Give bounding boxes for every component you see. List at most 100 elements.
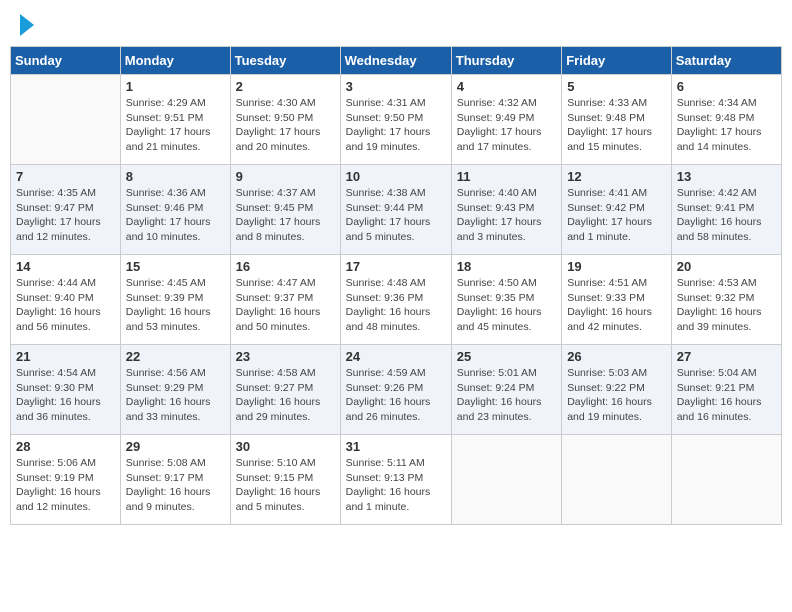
day-content: Sunrise: 4:53 AM Sunset: 9:32 PM Dayligh… [677,276,776,335]
day-number: 22 [126,349,225,364]
day-number: 30 [236,439,335,454]
day-content: Sunrise: 5:08 AM Sunset: 9:17 PM Dayligh… [126,456,225,515]
day-number: 27 [677,349,776,364]
day-header-monday: Monday [120,47,230,75]
day-number: 16 [236,259,335,274]
calendar-week-row: 21 Sunrise: 4:54 AM Sunset: 9:30 PM Dayli… [11,345,782,435]
calendar-cell: 1 Sunrise: 4:29 AM Sunset: 9:51 PM Daylig… [120,75,230,165]
day-header-tuesday: Tuesday [230,47,340,75]
day-number: 25 [457,349,556,364]
calendar-cell [562,435,672,525]
day-content: Sunrise: 4:40 AM Sunset: 9:43 PM Dayligh… [457,186,556,245]
day-content: Sunrise: 4:58 AM Sunset: 9:27 PM Dayligh… [236,366,335,425]
day-number: 21 [16,349,115,364]
day-content: Sunrise: 4:34 AM Sunset: 9:48 PM Dayligh… [677,96,776,155]
day-header-thursday: Thursday [451,47,561,75]
calendar-cell: 18 Sunrise: 4:50 AM Sunset: 9:35 PM Dayli… [451,255,561,345]
calendar-cell: 15 Sunrise: 4:45 AM Sunset: 9:39 PM Dayli… [120,255,230,345]
logo [18,14,34,36]
day-content: Sunrise: 4:33 AM Sunset: 9:48 PM Dayligh… [567,96,666,155]
day-content: Sunrise: 4:50 AM Sunset: 9:35 PM Dayligh… [457,276,556,335]
calendar-cell: 20 Sunrise: 4:53 AM Sunset: 9:32 PM Dayli… [671,255,781,345]
calendar-week-row: 14 Sunrise: 4:44 AM Sunset: 9:40 PM Dayli… [11,255,782,345]
day-header-wednesday: Wednesday [340,47,451,75]
day-number: 18 [457,259,556,274]
day-content: Sunrise: 5:10 AM Sunset: 9:15 PM Dayligh… [236,456,335,515]
day-content: Sunrise: 4:45 AM Sunset: 9:39 PM Dayligh… [126,276,225,335]
calendar-cell: 4 Sunrise: 4:32 AM Sunset: 9:49 PM Daylig… [451,75,561,165]
day-number: 10 [346,169,446,184]
day-number: 17 [346,259,446,274]
day-content: Sunrise: 5:01 AM Sunset: 9:24 PM Dayligh… [457,366,556,425]
calendar-cell: 26 Sunrise: 5:03 AM Sunset: 9:22 PM Dayli… [562,345,672,435]
calendar-cell: 27 Sunrise: 5:04 AM Sunset: 9:21 PM Dayli… [671,345,781,435]
day-content: Sunrise: 4:31 AM Sunset: 9:50 PM Dayligh… [346,96,446,155]
calendar-table: SundayMondayTuesdayWednesdayThursdayFrid… [10,46,782,525]
calendar-cell: 19Sunrise: 4:51 AM Sunset: 9:33 PM Dayli… [562,255,672,345]
day-content: Sunrise: 4:42 AM Sunset: 9:41 PM Dayligh… [677,186,776,245]
day-content: Sunrise: 4:38 AM Sunset: 9:44 PM Dayligh… [346,186,446,245]
calendar-cell: 9 Sunrise: 4:37 AM Sunset: 9:45 PM Daylig… [230,165,340,255]
calendar-week-row: 7Sunrise: 4:35 AM Sunset: 9:47 PM Daylig… [11,165,782,255]
day-number: 24 [346,349,446,364]
day-number: 11 [457,169,556,184]
day-content: Sunrise: 5:03 AM Sunset: 9:22 PM Dayligh… [567,366,666,425]
day-content: Sunrise: 4:47 AM Sunset: 9:37 PM Dayligh… [236,276,335,335]
day-content: Sunrise: 4:44 AM Sunset: 9:40 PM Dayligh… [16,276,115,335]
day-number: 1 [126,79,225,94]
day-content: Sunrise: 4:56 AM Sunset: 9:29 PM Dayligh… [126,366,225,425]
calendar-cell [11,75,121,165]
day-number: 20 [677,259,776,274]
calendar-body: 1 Sunrise: 4:29 AM Sunset: 9:51 PM Daylig… [11,75,782,525]
day-content: Sunrise: 5:06 AM Sunset: 9:19 PM Dayligh… [16,456,115,515]
day-number: 13 [677,169,776,184]
day-number: 8 [126,169,225,184]
day-content: Sunrise: 4:59 AM Sunset: 9:26 PM Dayligh… [346,366,446,425]
day-content: Sunrise: 4:51 AM Sunset: 9:33 PM Dayligh… [567,276,666,335]
day-number: 12 [567,169,666,184]
calendar-cell: 6Sunrise: 4:34 AM Sunset: 9:48 PM Daylig… [671,75,781,165]
calendar-cell: 25 Sunrise: 5:01 AM Sunset: 9:24 PM Dayli… [451,345,561,435]
calendar-cell: 3 Sunrise: 4:31 AM Sunset: 9:50 PM Daylig… [340,75,451,165]
day-content: Sunrise: 4:30 AM Sunset: 9:50 PM Dayligh… [236,96,335,155]
day-content: Sunrise: 4:54 AM Sunset: 9:30 PM Dayligh… [16,366,115,425]
day-content: Sunrise: 4:36 AM Sunset: 9:46 PM Dayligh… [126,186,225,245]
day-content: Sunrise: 4:48 AM Sunset: 9:36 PM Dayligh… [346,276,446,335]
day-content: Sunrise: 4:32 AM Sunset: 9:49 PM Dayligh… [457,96,556,155]
day-header-saturday: Saturday [671,47,781,75]
calendar-cell: 8 Sunrise: 4:36 AM Sunset: 9:46 PM Daylig… [120,165,230,255]
day-number: 26 [567,349,666,364]
day-number: 4 [457,79,556,94]
calendar-cell: 14 Sunrise: 4:44 AM Sunset: 9:40 PM Dayli… [11,255,121,345]
page-header [10,10,782,40]
calendar-cell: 29 Sunrise: 5:08 AM Sunset: 9:17 PM Dayli… [120,435,230,525]
day-number: 31 [346,439,446,454]
calendar-week-row: 28 Sunrise: 5:06 AM Sunset: 9:19 PM Dayli… [11,435,782,525]
calendar-cell [671,435,781,525]
day-content: Sunrise: 4:37 AM Sunset: 9:45 PM Dayligh… [236,186,335,245]
day-header-friday: Friday [562,47,672,75]
day-content: Sunrise: 5:04 AM Sunset: 9:21 PM Dayligh… [677,366,776,425]
day-number: 28 [16,439,115,454]
day-number: 9 [236,169,335,184]
calendar-cell: 22 Sunrise: 4:56 AM Sunset: 9:29 PM Dayli… [120,345,230,435]
day-number: 7 [16,169,115,184]
day-number: 15 [126,259,225,274]
day-number: 29 [126,439,225,454]
day-number: 14 [16,259,115,274]
calendar-cell: 10 Sunrise: 4:38 AM Sunset: 9:44 PM Dayli… [340,165,451,255]
calendar-header-row: SundayMondayTuesdayWednesdayThursdayFrid… [11,47,782,75]
day-content: Sunrise: 4:41 AM Sunset: 9:42 PM Dayligh… [567,186,666,245]
logo-arrow-icon [20,14,34,36]
day-number: 5 [567,79,666,94]
calendar-cell: 28 Sunrise: 5:06 AM Sunset: 9:19 PM Dayli… [11,435,121,525]
calendar-cell: 30 Sunrise: 5:10 AM Sunset: 9:15 PM Dayli… [230,435,340,525]
calendar-cell: 24 Sunrise: 4:59 AM Sunset: 9:26 PM Dayli… [340,345,451,435]
day-number: 2 [236,79,335,94]
day-number: 3 [346,79,446,94]
calendar-cell [451,435,561,525]
calendar-cell: 17 Sunrise: 4:48 AM Sunset: 9:36 PM Dayli… [340,255,451,345]
calendar-week-row: 1 Sunrise: 4:29 AM Sunset: 9:51 PM Daylig… [11,75,782,165]
day-content: Sunrise: 4:29 AM Sunset: 9:51 PM Dayligh… [126,96,225,155]
calendar-cell: 13 Sunrise: 4:42 AM Sunset: 9:41 PM Dayli… [671,165,781,255]
